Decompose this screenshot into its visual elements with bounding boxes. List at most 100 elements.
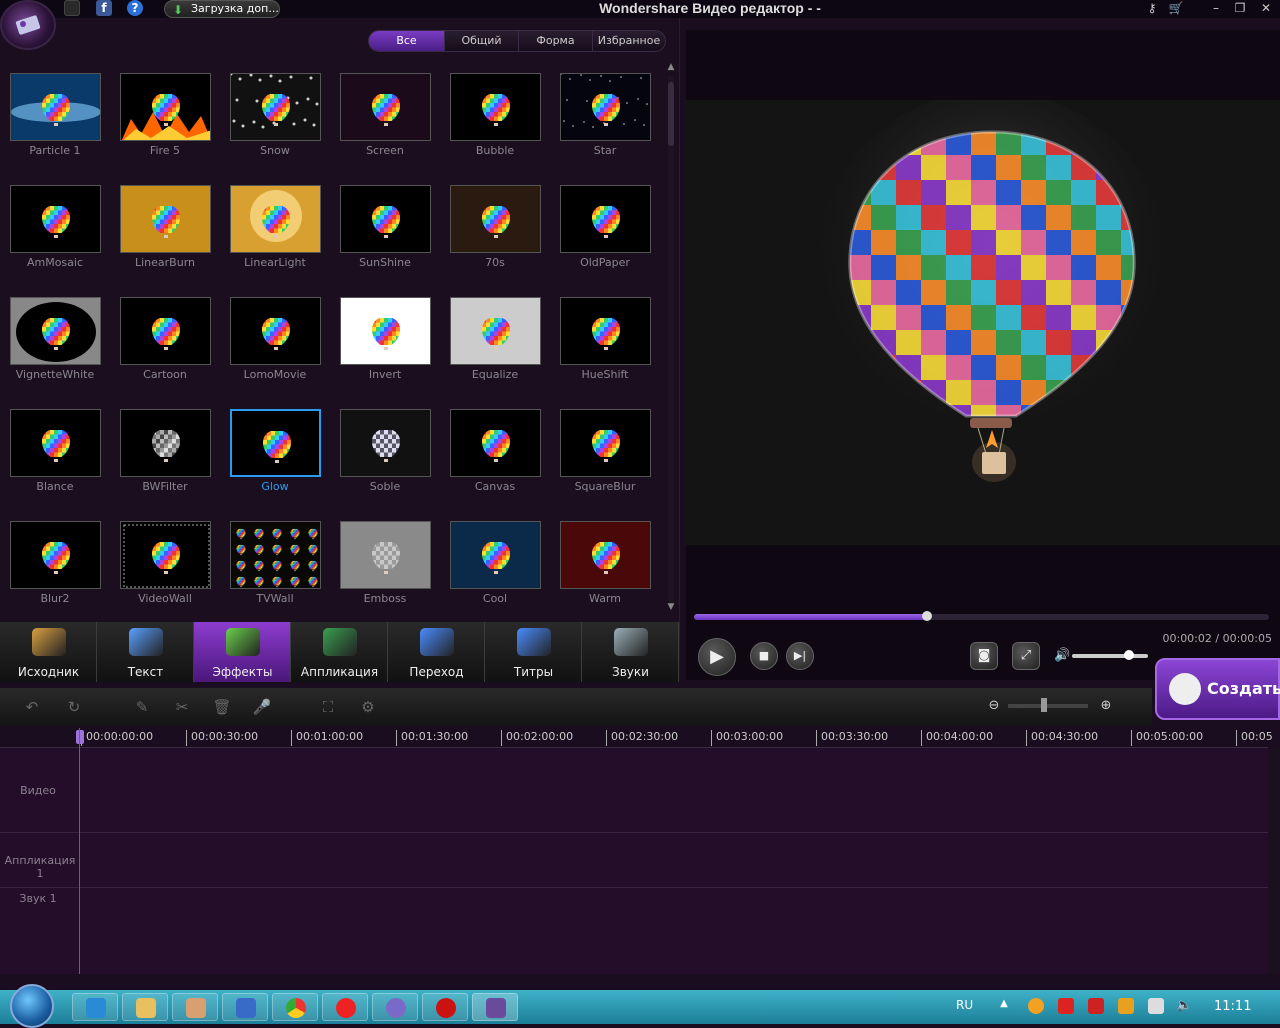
- effect-item[interactable]: Warm: [550, 521, 660, 621]
- effect-thumbnail[interactable]: [230, 409, 321, 477]
- effect-item[interactable]: 70s: [440, 185, 550, 285]
- create-button[interactable]: Создать: [1155, 658, 1280, 720]
- effect-thumbnail[interactable]: [10, 409, 101, 477]
- effect-thumbnail[interactable]: [560, 297, 651, 365]
- effect-thumbnail[interactable]: [450, 409, 541, 477]
- volume-slider[interactable]: [1072, 650, 1148, 660]
- effect-thumbnail[interactable]: [120, 297, 211, 365]
- effect-item[interactable]: Equalize: [440, 297, 550, 397]
- scroll-up-icon[interactable]: ▲: [666, 62, 676, 72]
- filter-tab-general[interactable]: Общий: [445, 31, 519, 51]
- effect-thumbnail[interactable]: [340, 409, 431, 477]
- effect-item[interactable]: Fire 5: [110, 73, 220, 173]
- undo-icon[interactable]: ↶: [22, 698, 42, 716]
- effect-thumbnail[interactable]: [340, 297, 431, 365]
- timeline-vertical-scrollbar[interactable]: [1268, 748, 1280, 974]
- tray-app2-icon[interactable]: [1058, 998, 1074, 1014]
- effect-thumbnail[interactable]: [450, 297, 541, 365]
- start-button[interactable]: [10, 984, 54, 1028]
- taskbar-video-editor[interactable]: [472, 993, 518, 1021]
- taskbar-browser[interactable]: [372, 993, 418, 1021]
- volume-icon[interactable]: 🔊: [1054, 648, 1070, 663]
- clock[interactable]: 11:11: [1214, 999, 1251, 1014]
- effect-item[interactable]: Invert: [330, 297, 440, 397]
- tray-expand-icon[interactable]: ▲: [996, 998, 1012, 1014]
- effect-item[interactable]: TVWall: [220, 521, 330, 621]
- minimize-button[interactable]: –: [1204, 0, 1228, 16]
- effect-thumbnail[interactable]: [450, 73, 541, 141]
- zoom-slider[interactable]: [1008, 698, 1088, 712]
- playhead[interactable]: [79, 728, 80, 974]
- app-logo[interactable]: [0, 0, 56, 50]
- edit-icon[interactable]: ✎: [132, 698, 152, 716]
- effect-item[interactable]: VignetteWhite: [0, 297, 110, 397]
- redo-icon[interactable]: ↻: [64, 698, 84, 716]
- effect-thumbnail[interactable]: [560, 409, 651, 477]
- cart-icon[interactable]: 🛒: [1164, 0, 1188, 16]
- effect-thumbnail[interactable]: [10, 185, 101, 253]
- taskbar-opera[interactable]: [422, 993, 468, 1021]
- close-button[interactable]: ✕: [1254, 0, 1278, 16]
- effect-item[interactable]: Emboss: [330, 521, 440, 621]
- tray-volume-icon[interactable]: 🔈: [1176, 998, 1192, 1014]
- snapshot-camera-icon[interactable]: ◙: [970, 642, 998, 670]
- effect-item[interactable]: SunShine: [330, 185, 440, 285]
- filter-tab-shape[interactable]: Форма: [519, 31, 593, 51]
- effect-item[interactable]: Blur2: [0, 521, 110, 621]
- effects-scrollbar[interactable]: ▲ ▼: [666, 62, 676, 618]
- network-icon[interactable]: [1148, 998, 1164, 1014]
- fullscreen-icon[interactable]: ⤢: [1012, 642, 1040, 670]
- taskbar-chrome[interactable]: [272, 993, 318, 1021]
- cut-icon[interactable]: ✂: [172, 698, 192, 716]
- timeline-horizontal-scrollbar[interactable]: [80, 974, 1268, 990]
- effect-item[interactable]: Blance: [0, 409, 110, 509]
- taskbar-explorer[interactable]: [122, 993, 168, 1021]
- zoom-in-icon[interactable]: ⊕: [1096, 698, 1116, 716]
- scroll-down-icon[interactable]: ▼: [666, 602, 676, 612]
- tab-overlay[interactable]: Аппликация: [291, 622, 388, 682]
- stop-button[interactable]: ■: [750, 642, 778, 670]
- effect-thumbnail[interactable]: [230, 73, 321, 141]
- effect-item[interactable]: Glow: [220, 409, 330, 509]
- timeline-ruler[interactable]: 00:00:00:00 00:00:30:00 00:01:00:00 00:01:3…: [0, 726, 1273, 748]
- effect-item[interactable]: SquareBlur: [550, 409, 660, 509]
- effect-item[interactable]: Particle 1: [0, 73, 110, 173]
- taskbar-yandex[interactable]: [322, 993, 368, 1021]
- crop-icon[interactable]: ⛶: [318, 698, 338, 716]
- volume-knob[interactable]: [1124, 650, 1134, 660]
- seek-knob[interactable]: [921, 611, 932, 621]
- effect-thumbnail[interactable]: [120, 521, 211, 589]
- effect-thumbnail[interactable]: [10, 73, 101, 141]
- effect-item[interactable]: OldPaper: [550, 185, 660, 285]
- tray-app1-icon[interactable]: [1028, 998, 1044, 1014]
- effect-thumbnail[interactable]: [450, 185, 541, 253]
- effect-item[interactable]: Canvas: [440, 409, 550, 509]
- play-button[interactable]: ▶: [698, 638, 736, 676]
- effect-thumbnail[interactable]: [230, 185, 321, 253]
- effect-thumbnail[interactable]: [230, 521, 321, 589]
- tab-transition[interactable]: Переход: [388, 622, 485, 682]
- tab-clapper[interactable]: Титры: [485, 622, 582, 682]
- seek-bar[interactable]: [694, 611, 1269, 621]
- effect-item[interactable]: Snow: [220, 73, 330, 173]
- effect-item[interactable]: Star: [550, 73, 660, 173]
- effect-item[interactable]: BWFilter: [110, 409, 220, 509]
- settings-icon[interactable]: ⚙: [358, 698, 378, 716]
- effect-item[interactable]: VideoWall: [110, 521, 220, 621]
- effect-item[interactable]: Cool: [440, 521, 550, 621]
- effect-thumbnail[interactable]: [560, 73, 651, 141]
- key-icon[interactable]: ⚷: [1140, 0, 1164, 16]
- zoom-knob[interactable]: [1041, 698, 1047, 712]
- tab-effects[interactable]: Эффекты: [194, 622, 291, 682]
- effect-thumbnail[interactable]: [560, 185, 651, 253]
- playhead-handle[interactable]: [76, 730, 84, 744]
- tray-app4-icon[interactable]: [1118, 998, 1134, 1014]
- tab-film-music[interactable]: Исходник: [0, 622, 97, 682]
- taskbar-media[interactable]: [172, 993, 218, 1021]
- language-indicator[interactable]: RU: [956, 998, 973, 1012]
- effect-thumbnail[interactable]: [120, 73, 211, 141]
- effect-thumbnail[interactable]: [10, 521, 101, 589]
- record-voice-icon[interactable]: 🎤: [252, 698, 272, 716]
- effect-item[interactable]: Bubble: [440, 73, 550, 173]
- tab-microphone[interactable]: Звуки: [582, 622, 679, 682]
